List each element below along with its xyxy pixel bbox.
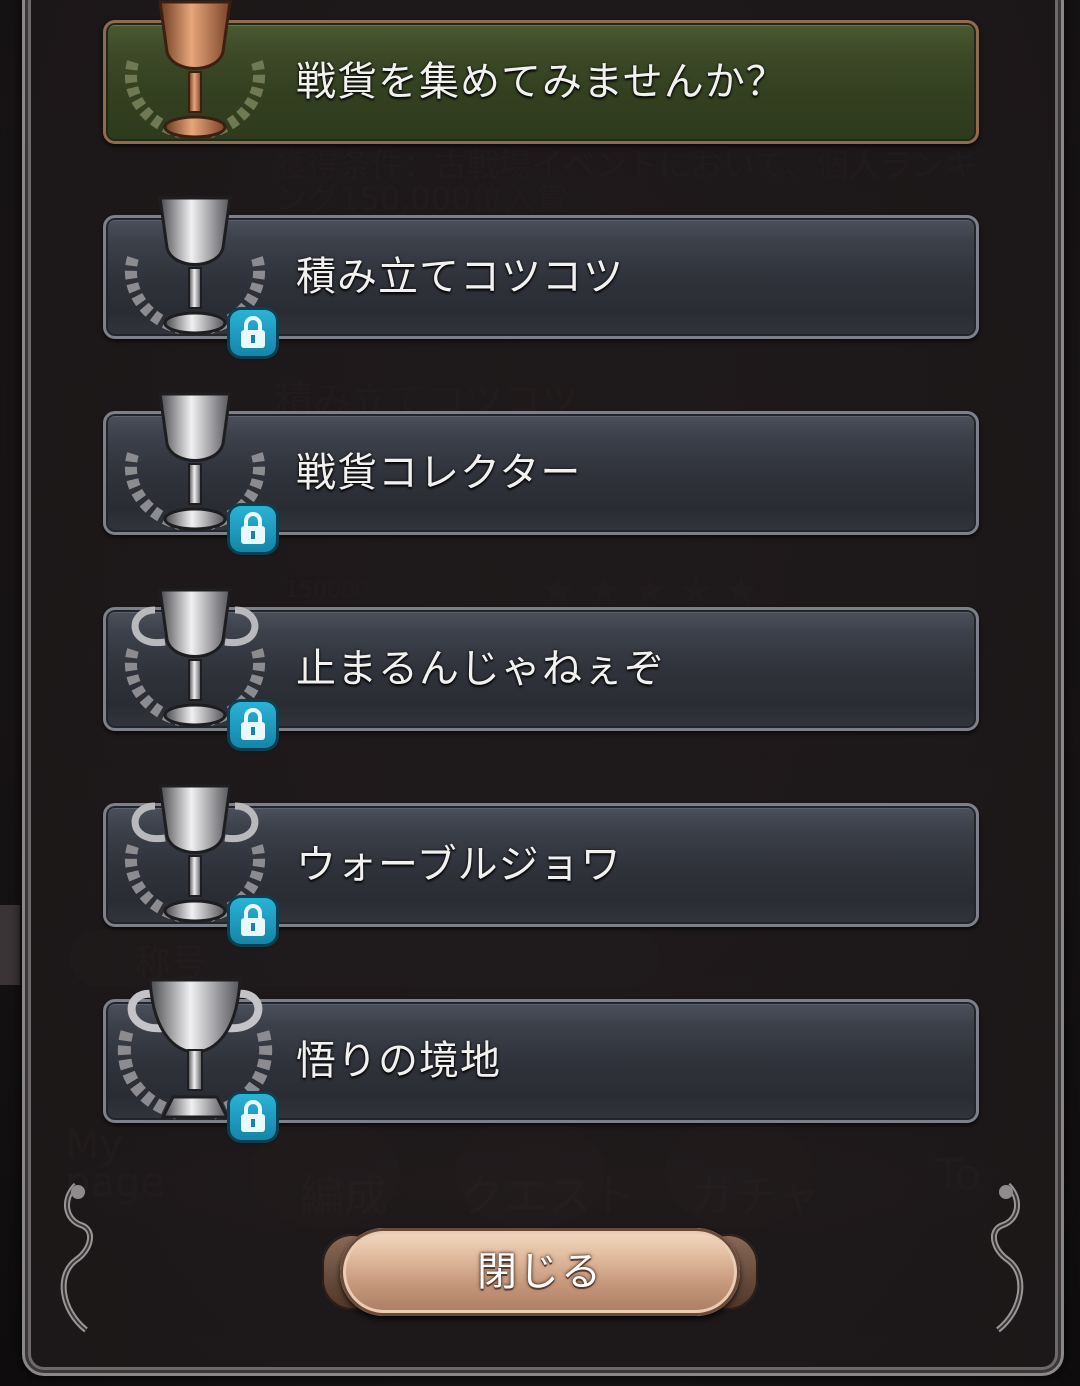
lock-icon	[230, 702, 276, 748]
trophy-title: 戦貨コレクター	[296, 450, 582, 496]
right-ornament-icon	[991, 1182, 1024, 1333]
trophy-title: 戦貨を集めてみませんか？	[296, 59, 787, 105]
trophy-list: 戦貨を集めてみませんか？ 積み立てコツコツ 戦貨コレクター 止まるんじゃねぇぞ …	[0, 0, 1080, 1180]
trophy-title: 止まるんじゃねぇぞ	[296, 646, 665, 692]
trophy-title: 積み立てコツコツ	[296, 254, 624, 300]
lock-icon	[230, 310, 276, 356]
trophy-title: ウォーブルジョワ	[296, 842, 622, 888]
lock-icon	[230, 898, 276, 944]
close-button[interactable]: 閉じる	[322, 1222, 758, 1322]
left-ornament-icon	[60, 1182, 93, 1333]
trophy-title: 悟りの境地	[296, 1038, 501, 1084]
lock-icon	[230, 506, 276, 552]
close-button-label: 閉じる	[477, 1249, 603, 1295]
trophy-dialog-screen: 獲得条件：古戦場イベントにおいて、個人ランキ ング150,000位入賞 積み立て…	[0, 0, 1080, 1386]
bronze-trophy-icon	[105, 0, 285, 162]
lock-icon	[230, 1094, 276, 1140]
